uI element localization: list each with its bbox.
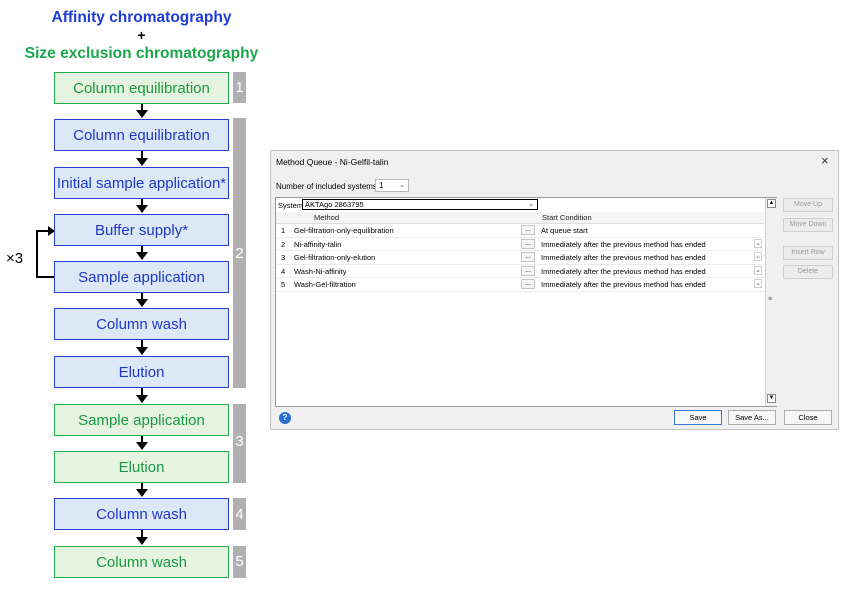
step-2-column-equilibration: Column equilibration — [54, 119, 229, 151]
chevron-down-icon[interactable]: ⌄ — [754, 238, 762, 248]
arrow-head — [136, 252, 148, 260]
arrow-head — [136, 537, 148, 545]
close-icon[interactable]: × — [821, 153, 829, 168]
save-as-button[interactable]: Save As... — [728, 410, 776, 425]
start-condition[interactable]: Immediately after the previous method ha… — [541, 267, 706, 276]
system-dropdown[interactable]: ÄKTAgo 2863795 ⌄ — [302, 199, 538, 210]
system-label: System — [278, 201, 304, 210]
start-condition[interactable]: At queue start — [541, 226, 588, 235]
arrow-head — [136, 299, 148, 307]
number-of-systems-label: Number of included systems: — [276, 182, 380, 191]
table-row[interactable]: 4 Wash-Ni-affinity ... Immediately after… — [276, 265, 764, 278]
step-4-column-wash: Column wash — [54, 498, 229, 530]
browse-method-button[interactable]: ... — [521, 279, 535, 289]
method-name[interactable]: Gel-filtration-only-equilibration — [294, 226, 394, 235]
scroll-grip-icon[interactable]: ≡ — [768, 296, 772, 303]
loop-line — [36, 276, 54, 278]
step-2-elution: Elution — [54, 356, 229, 388]
loop-arrow-head — [48, 226, 55, 236]
method-name[interactable]: Gel-filtration-only-elution — [294, 253, 375, 262]
chevron-down-icon[interactable]: ⌄ — [754, 252, 762, 261]
method-queue-dialog: Method Queue - Ni-Gelfil-talin × Number … — [270, 150, 839, 430]
stage-number-3: 3 — [235, 433, 244, 450]
delete-button[interactable]: Delete — [783, 265, 833, 279]
help-icon[interactable]: ? — [279, 412, 291, 424]
start-condition[interactable]: Immediately after the previous method ha… — [541, 253, 706, 262]
method-name[interactable]: Ni-affinity-talin — [294, 240, 341, 249]
row-number: 4 — [281, 266, 286, 276]
stage-number-2: 2 — [235, 245, 244, 262]
insert-row-button[interactable]: Insert Row — [783, 246, 833, 260]
arrow-head — [136, 395, 148, 403]
title-size-exclusion-chromatography: Size exclusion chromatography — [24, 45, 259, 62]
vertical-scrollbar[interactable]: ▲ ≡ ▼ — [765, 198, 777, 406]
loop-line — [36, 230, 38, 278]
table-row[interactable]: 2 Ni-affinity-talin ... Immediately afte… — [276, 238, 764, 251]
dialog-title: Method Queue - Ni-Gelfil-talin — [276, 157, 389, 167]
chevron-down-icon[interactable]: ⌄ — [754, 279, 762, 288]
step-2-column-wash: Column wash — [54, 308, 229, 340]
chevron-down-icon: ⌄ — [528, 201, 534, 208]
step-2-sample-application: Sample application — [54, 261, 229, 293]
column-header-method[interactable]: Method — [314, 213, 339, 223]
step-1-column-equilibration: Column equilibration — [54, 72, 229, 104]
method-queue-table: System ÄKTAgo 2863795 ⌄ Method Start Con… — [275, 197, 777, 407]
browse-method-button[interactable]: ... — [521, 238, 535, 249]
table-header-bar — [276, 212, 764, 224]
number-of-systems-value: 1 — [379, 181, 384, 190]
row-number: 1 — [281, 226, 286, 235]
column-header-start-condition[interactable]: Start Condition — [542, 213, 592, 223]
step-2-buffer-supply: Buffer supply* — [54, 214, 229, 246]
browse-method-button[interactable]: ... — [521, 252, 535, 262]
arrow-head — [136, 205, 148, 213]
move-down-button[interactable]: Move Down — [783, 218, 833, 232]
loop-repeat-label: ×3 — [6, 250, 24, 267]
row-number: 2 — [281, 239, 286, 249]
stage-number-5: 5 — [235, 553, 244, 570]
method-name[interactable]: Wash-Gel-filtration — [294, 280, 356, 289]
system-value: ÄKTAgo 2863795 — [305, 200, 364, 209]
scroll-down-icon[interactable]: ▼ — [767, 394, 776, 403]
start-condition[interactable]: Immediately after the previous method ha… — [541, 280, 706, 289]
step-3-elution: Elution — [54, 451, 229, 483]
table-row[interactable]: 3 Gel-filtration-only-elution ... Immedi… — [276, 251, 764, 265]
start-condition[interactable]: Immediately after the previous method ha… — [541, 240, 706, 249]
row-number: 5 — [281, 280, 286, 289]
number-of-systems-select[interactable]: 1 ⌄ — [375, 179, 409, 192]
method-name[interactable]: Wash-Ni-affinity — [294, 267, 347, 276]
title-affinity-chromatography: Affinity chromatography — [51, 9, 232, 26]
save-button[interactable]: Save — [674, 410, 722, 425]
step-3-sample-application: Sample application — [54, 404, 229, 436]
browse-method-button[interactable]: ... — [521, 265, 535, 276]
stage-number-1: 1 — [235, 79, 244, 96]
close-button[interactable]: Close — [784, 410, 832, 425]
chevron-down-icon[interactable]: ⌄ — [754, 265, 762, 275]
row-number: 3 — [281, 253, 286, 262]
step-5-column-wash: Column wash — [54, 546, 229, 578]
arrow-head — [136, 489, 148, 497]
browse-method-button[interactable]: ... — [521, 225, 535, 235]
table-row[interactable]: 1 Gel-filtration-only-equilibration ... … — [276, 224, 764, 238]
chevron-down-icon: ⌄ — [399, 182, 405, 189]
arrow-head — [136, 158, 148, 166]
arrow-head — [136, 442, 148, 450]
scroll-up-icon[interactable]: ▲ — [767, 199, 776, 208]
table-row[interactable]: 5 Wash-Gel-filtration ... Immediately af… — [276, 278, 764, 292]
move-up-button[interactable]: Move Up — [783, 198, 833, 212]
step-2-initial-sample-application: Initial sample application* — [54, 167, 229, 199]
plus-sign: + — [137, 27, 146, 43]
stage-number-4: 4 — [235, 506, 244, 523]
arrow-head — [136, 110, 148, 118]
arrow-head — [136, 347, 148, 355]
